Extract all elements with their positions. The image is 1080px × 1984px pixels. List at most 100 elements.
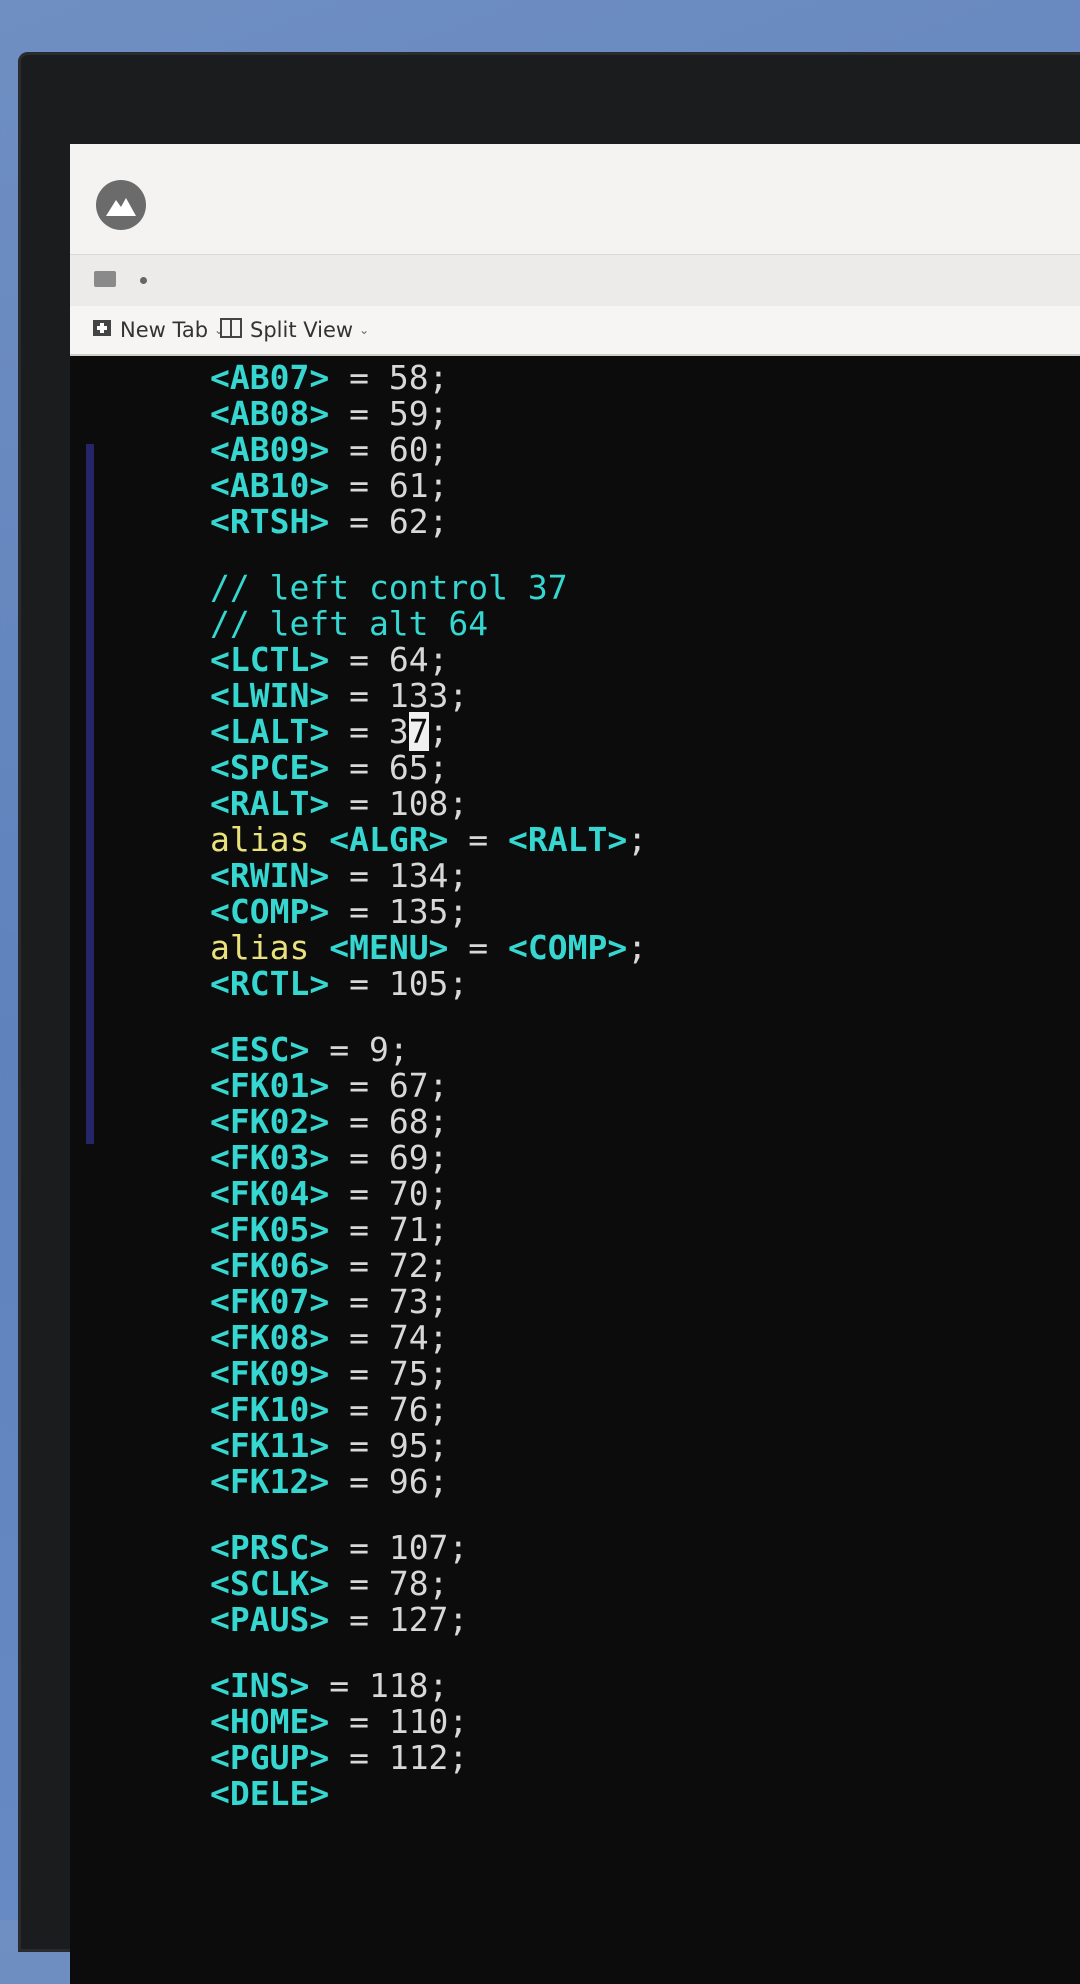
code-line: <FK01> = 67; (210, 1068, 1080, 1104)
code-line: <FK03> = 69; (210, 1140, 1080, 1176)
keycode-name: <RCTL> (210, 964, 330, 1003)
keycode-name: <HOME> (210, 1702, 330, 1741)
code-text: = 78; (329, 1564, 449, 1603)
keycode-name: <FK11> (210, 1426, 330, 1465)
code-line: <INS> = 118; (210, 1668, 1080, 1704)
code-line: <AB08> = 59; (210, 396, 1080, 432)
code-line: <FK12> = 96; (210, 1464, 1080, 1500)
code-line: <PAUS> = 127; (210, 1602, 1080, 1638)
code-line: <DELE> (210, 1776, 1080, 1812)
keycode-name: <RTSH> (210, 502, 330, 541)
keycode-name: <AB07> (210, 358, 330, 397)
alias-keyword: alias (210, 820, 330, 859)
keycode-name: <MENU> (329, 928, 449, 967)
code-text: = 96; (329, 1462, 449, 1501)
code-line: <HOME> = 110; (210, 1704, 1080, 1740)
split-view-icon (220, 317, 242, 343)
keycode-name: <FK12> (210, 1462, 330, 1501)
code-text: = 60; (329, 430, 449, 469)
code-line: // left control 37 (210, 570, 1080, 606)
keycode-name: <INS> (210, 1666, 310, 1705)
keycode-name: <LCTL> (210, 640, 330, 679)
code-line: alias <MENU> = <COMP>; (210, 930, 1080, 966)
new-tab-label: New Tab (120, 318, 209, 342)
code-text: = 72; (329, 1246, 449, 1285)
code-line: <AB10> = 61; (210, 468, 1080, 504)
keycode-name: <FK02> (210, 1102, 330, 1141)
keycode-name: <FK03> (210, 1138, 330, 1177)
code-text: = 73; (329, 1282, 449, 1321)
code-comment: // left alt 64 (210, 604, 489, 643)
keycode-name: <RALT> (508, 820, 628, 859)
code-line: <FK02> = 68; (210, 1104, 1080, 1140)
code-text: = 135; (329, 892, 469, 931)
keycode-name: <AB08> (210, 394, 330, 433)
code-line: <FK07> = 73; (210, 1284, 1080, 1320)
code-line: <PRSC> = 107; (210, 1530, 1080, 1566)
keycode-name: <FK07> (210, 1282, 330, 1321)
alias-keyword: alias (210, 928, 330, 967)
code-text: = 133; (329, 676, 469, 715)
code-text: = 71; (329, 1210, 449, 1249)
code-line: <RCTL> = 105; (210, 966, 1080, 1002)
keycode-name: <RALT> (210, 784, 330, 823)
window-toolbar (70, 254, 1080, 307)
code-line: <FK08> = 74; (210, 1320, 1080, 1356)
keycode-name: <DELE> (210, 1774, 330, 1813)
keycode-name: <ALGR> (329, 820, 449, 859)
terminal-icon[interactable] (94, 271, 116, 287)
code-line: <SPCE> = 65; (210, 750, 1080, 786)
code-text: = 70; (329, 1174, 449, 1213)
code-text: ; (627, 820, 648, 859)
keycode-name: <FK10> (210, 1390, 330, 1429)
split-view-button[interactable]: Split View ⌄ (220, 316, 369, 344)
keycode-name: <COMP> (508, 928, 628, 967)
code-text: ; (428, 712, 449, 751)
text-cursor: 7 (408, 712, 429, 751)
code-line: <LCTL> = 64; (210, 642, 1080, 678)
code-text: ; (627, 928, 648, 967)
terminal-window: New Tab ⌄ Split View ⌄ <AB07> = 58; <AB08… (70, 144, 1080, 1984)
code-line: <LWIN> = 133; (210, 678, 1080, 714)
keycode-name: <FK04> (210, 1174, 330, 1213)
code-text: = 61; (329, 466, 449, 505)
code-text: = 3 (329, 712, 409, 751)
monitor-bezel: New Tab ⌄ Split View ⌄ <AB07> = 58; <AB08… (18, 52, 1080, 1984)
code-text: = 76; (329, 1390, 449, 1429)
code-text: = 68; (329, 1102, 449, 1141)
keycode-name: <FK05> (210, 1210, 330, 1249)
code-text: = 75; (329, 1354, 449, 1393)
split-view-label: Split View (250, 318, 354, 342)
code-editor[interactable]: <AB07> = 58; <AB08> = 59; <AB09> = 60; <AB1… (210, 360, 1080, 1812)
code-text: = 112; (329, 1738, 469, 1777)
keycode-name: <LALT> (210, 712, 330, 751)
code-text: = 108; (329, 784, 469, 823)
code-text: = 65; (329, 748, 449, 787)
code-comment: // left control 37 (210, 568, 568, 607)
code-line: <FK11> = 95; (210, 1428, 1080, 1464)
chevron-down-icon[interactable]: ⌄ (359, 323, 369, 337)
code-line: <FK06> = 72; (210, 1248, 1080, 1284)
scroll-indicator (86, 444, 94, 1144)
code-text: = 118; (309, 1666, 449, 1705)
tab-bar: New Tab ⌄ Split View ⌄ (70, 306, 1080, 356)
code-text: = 74; (329, 1318, 449, 1357)
keycode-name: <FK06> (210, 1246, 330, 1285)
keycode-name: <LWIN> (210, 676, 330, 715)
code-line: <ESC> = 9; (210, 1032, 1080, 1068)
code-text: = 62; (329, 502, 449, 541)
keycode-name: <AB10> (210, 466, 330, 505)
code-text: = 58; (329, 358, 449, 397)
new-tab-button[interactable]: New Tab ⌄ (92, 316, 224, 344)
code-line: <FK05> = 71; (210, 1212, 1080, 1248)
keycode-name: <PRSC> (210, 1528, 330, 1567)
app-logo-icon (96, 180, 146, 230)
keycode-name: <COMP> (210, 892, 330, 931)
dot-icon (140, 277, 147, 284)
code-text: = 134; (329, 856, 469, 895)
code-line: <RALT> = 108; (210, 786, 1080, 822)
